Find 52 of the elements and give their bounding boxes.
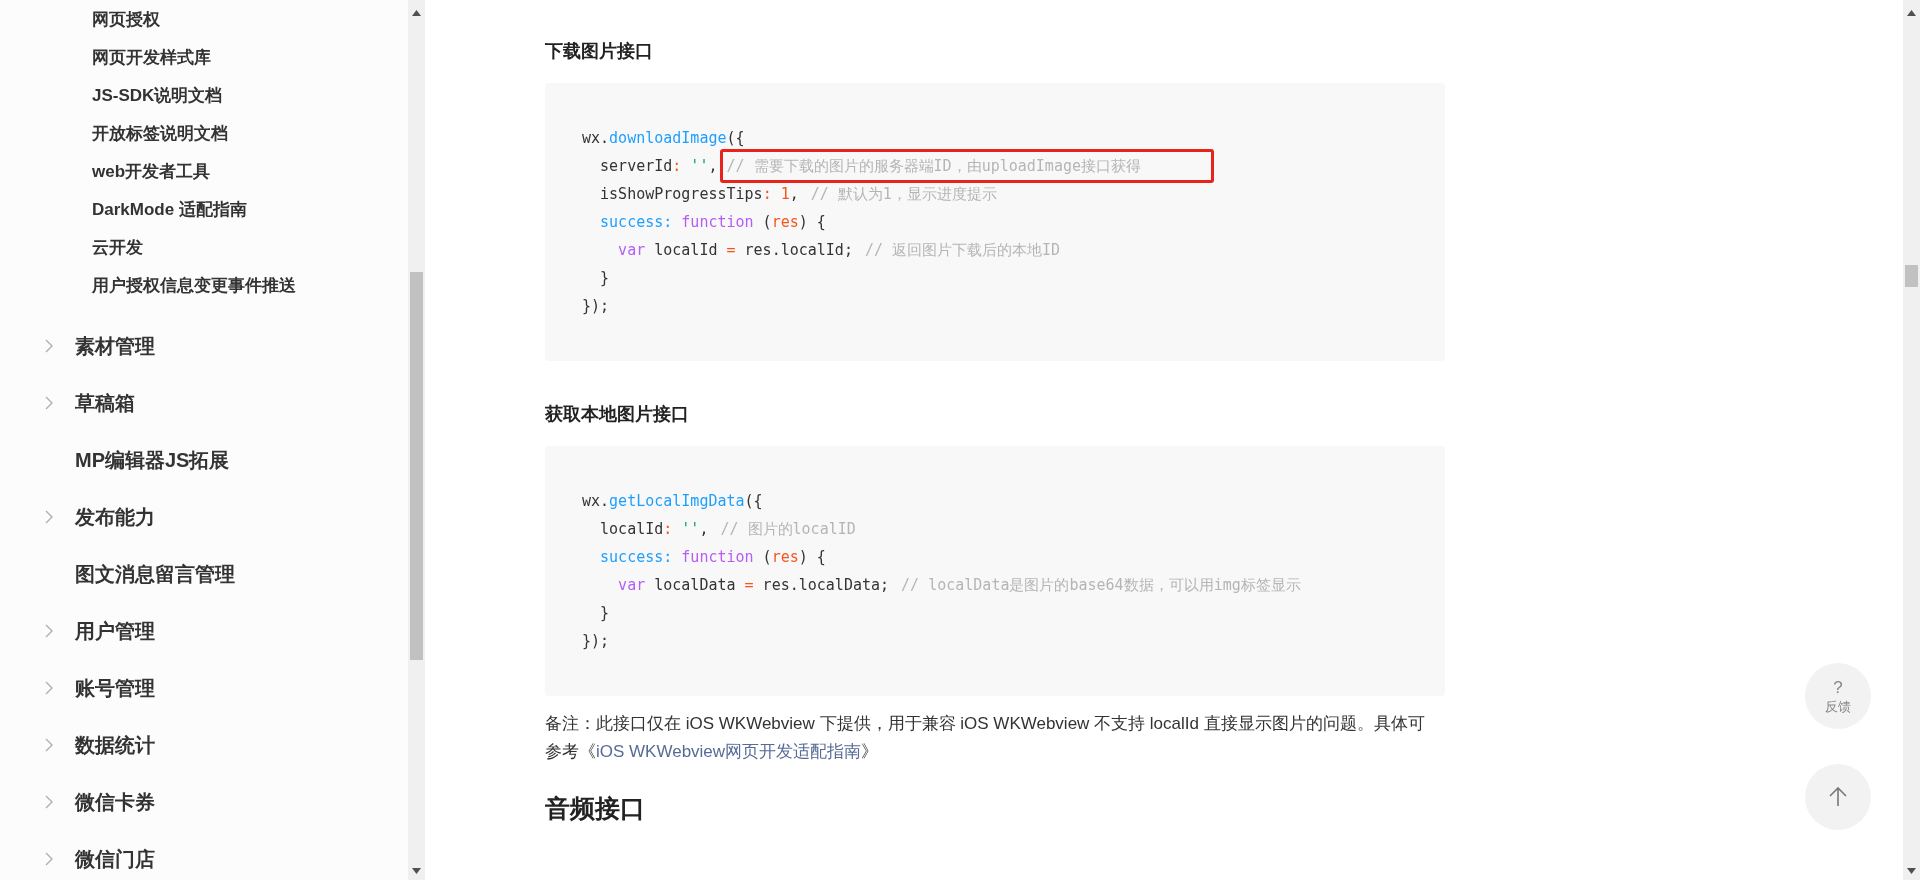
code-line: success: function (res) { (599, 212, 826, 233)
sidebar-item[interactable]: 微信门店 (75, 843, 155, 874)
sidebar-subitem[interactable]: 开放标签说明文档 (92, 121, 228, 147)
sidebar-item[interactable]: 草稿箱 (75, 387, 135, 418)
scrollbar-thumb[interactable] (1905, 265, 1918, 287)
guide-link[interactable]: iOS WKWebview网页开发适配指南 (596, 742, 862, 761)
chevron-icon (45, 851, 53, 866)
scroll-up-icon[interactable] (412, 10, 421, 16)
chevron-icon (45, 395, 53, 410)
scrollbar[interactable] (1903, 0, 1920, 880)
code-line: } (599, 268, 610, 289)
scroll-down-icon[interactable] (1907, 868, 1916, 874)
scrollbar-thumb[interactable] (410, 272, 423, 660)
section-heading: 音频接口 (545, 793, 646, 824)
chevron-icon (45, 509, 53, 524)
sidebar-subitem[interactable]: 云开发 (92, 235, 143, 261)
sidebar-subitem[interactable]: web开发者工具 (92, 159, 211, 185)
section-heading: 获取本地图片接口 (545, 403, 690, 426)
code-line: success: function (res) { (599, 547, 826, 568)
chevron-icon (45, 794, 53, 809)
code-line: var localData = res.localData; // localData是图片的base64数据，可以用img标签显示 (617, 575, 1302, 596)
sidebar-item[interactable]: 数据统计 (75, 729, 155, 760)
chevron-icon (45, 680, 53, 695)
scroll-up-icon[interactable] (1907, 10, 1916, 16)
sidebar-item[interactable]: 发布能力 (75, 501, 155, 532)
sidebar-item[interactable]: 账号管理 (75, 672, 155, 703)
sidebar-subitem[interactable]: DarkMode 适配指南 (92, 197, 247, 223)
code-line: localId: '', // 图片的localID (599, 519, 857, 540)
sidebar-item[interactable]: 微信卡券 (75, 786, 155, 817)
chevron-icon (45, 623, 53, 638)
code-line: } (599, 603, 610, 624)
sidebar-item[interactable]: MP编辑器JS拓展 (75, 444, 230, 475)
sidebar-item[interactable]: 图文消息留言管理 (75, 558, 235, 589)
chevron-icon (45, 737, 53, 752)
scroll-down-icon[interactable] (412, 868, 421, 874)
chevron-icon (45, 338, 53, 353)
sidebar-subitem[interactable]: 用户授权信息变更事件推送 (92, 273, 296, 299)
section-heading: 下载图片接口 (545, 40, 654, 63)
sidebar-subitem[interactable]: 网页授权 (92, 7, 160, 33)
sidebar-item[interactable]: 用户管理 (75, 615, 155, 646)
code-line: }); (582, 296, 610, 317)
arrow-up-icon (1829, 787, 1847, 807)
note-paragraph: 备注：此接口仅在 iOS WKWebview 下提供，用于兼容 iOS WKWebview 不支持 localId 直接显示图片的问题。具体可参考《iOS WKWebview网页开发适配指南》 (545, 713, 1425, 763)
code-line: isShowProgressTips: 1, // 默认为1，显示进度提示 (599, 184, 998, 205)
code-line: var localId = res.localId; // 返回图片下载后的本地ID (617, 240, 1062, 261)
code-line: wx.downloadImage({ (582, 128, 745, 149)
sidebar-subitem[interactable]: JS-SDK说明文档 (92, 83, 223, 109)
scrollbar[interactable] (408, 0, 425, 880)
sidebar-item[interactable]: 素材管理 (75, 330, 155, 361)
code-line: }); (582, 631, 610, 652)
sidebar-subitem[interactable]: 网页开发样式库 (92, 45, 211, 71)
code-line: wx.getLocalImgData({ (582, 491, 763, 512)
